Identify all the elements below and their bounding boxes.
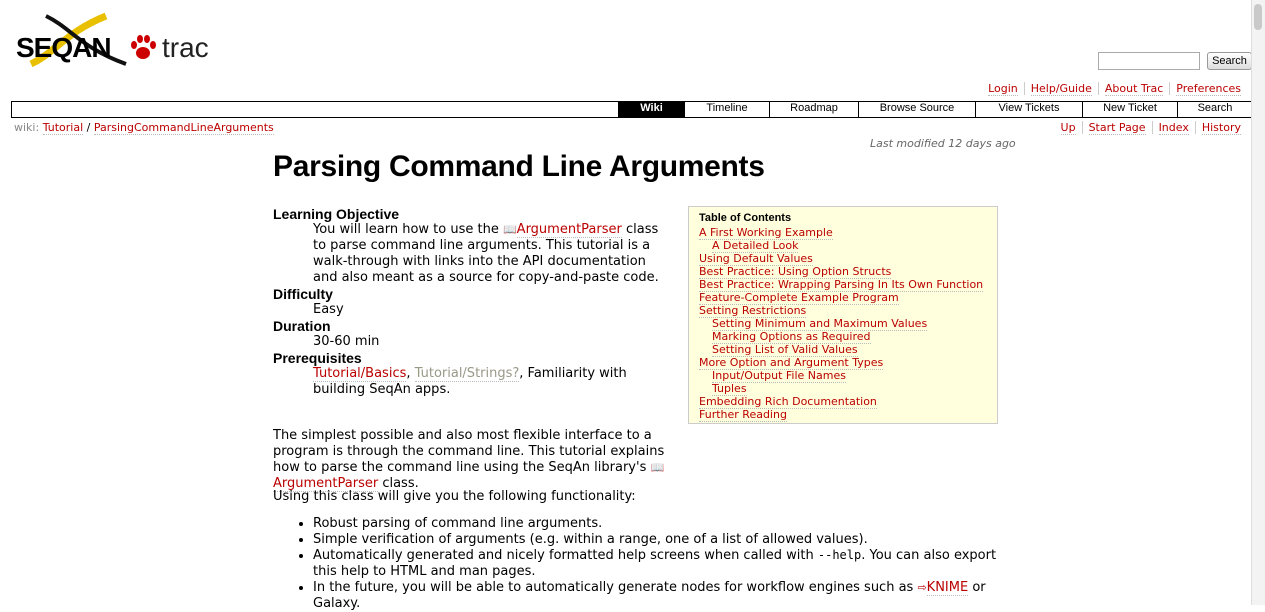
toc-item: A Detailed Look: [699, 239, 987, 253]
term-learning-objective: Learning Objective: [273, 206, 400, 222]
paw-icon: [131, 35, 156, 59]
toc-link[interactable]: Setting List of Valid Values: [712, 343, 858, 357]
toc-link[interactable]: Setting Minimum and Maximum Values: [712, 317, 928, 331]
tutorial-basics-link[interactable]: Tutorial/Basics: [313, 366, 407, 382]
toc-link[interactable]: Further Reading: [699, 408, 787, 422]
toc-link[interactable]: A Detailed Look: [712, 239, 799, 253]
breadcrumb-separator: /: [86, 121, 91, 134]
toc-link[interactable]: A First Working Example: [699, 226, 833, 240]
learning-objective-text: You will learn how to use the 📖ArgumentP…: [313, 222, 659, 285]
login-link[interactable]: Login: [988, 82, 1018, 96]
list-item: Simple verification of arguments (e.g. w…: [313, 532, 1013, 548]
toc-item: More Option and Argument Types: [699, 356, 987, 370]
list-item: In the future, you will be able to autom…: [313, 580, 1013, 612]
book-icon: 📖: [502, 223, 517, 236]
tutorial-strings-missing-link[interactable]: Tutorial/Strings?: [414, 366, 520, 382]
tab-browse-source[interactable]: Browse Source: [858, 102, 975, 117]
toc-item: Input/Output File Names: [699, 369, 987, 383]
toc-item: Further Reading: [699, 408, 987, 422]
search-button[interactable]: Search: [1207, 52, 1252, 70]
last-modified: Last modified 12 days ago: [870, 137, 1016, 150]
breadcrumb-tutorial[interactable]: Tutorial: [42, 121, 84, 135]
page-title: Parsing Command Line Arguments: [273, 150, 765, 183]
table-of-contents: Table of Contents A First Working Exampl…: [688, 206, 998, 424]
toc-item: Setting Minimum and Maximum Values: [699, 317, 987, 331]
logo-seqan-text: SEQAN: [16, 32, 112, 63]
toc-link[interactable]: Using Default Values: [699, 252, 813, 266]
history-link[interactable]: History: [1201, 121, 1241, 135]
breadcrumb: wiki: Tutorial / ParsingCommandLineArgum…: [14, 121, 274, 135]
duration-value: 30-60 min: [313, 334, 380, 349]
toc-link[interactable]: Tuples: [712, 382, 747, 396]
external-link-icon: ⇨: [917, 581, 927, 594]
logo-trac-text: trac: [162, 32, 209, 63]
tab-search[interactable]: Search: [1177, 102, 1252, 117]
term-prerequisites: Prerequisites: [273, 350, 362, 366]
toc-link[interactable]: More Option and Argument Types: [699, 356, 884, 370]
toc-link[interactable]: Setting Restrictions: [699, 304, 807, 318]
seqan-trac-logo[interactable]: SEQAN trac: [16, 12, 230, 70]
tab-new-ticket[interactable]: New Ticket: [1082, 102, 1177, 117]
toc-item: Best Practice: Wrapping Parsing In Its O…: [699, 278, 987, 292]
tab-timeline[interactable]: Timeline: [684, 102, 769, 117]
tab-view-tickets[interactable]: View Tickets: [975, 102, 1082, 117]
search-input[interactable]: [1098, 52, 1200, 70]
scrollbar-thumb[interactable]: [1254, 4, 1262, 30]
tab-roadmap[interactable]: Roadmap: [769, 102, 858, 117]
toc-link[interactable]: Best Practice: Wrapping Parsing In Its O…: [699, 278, 984, 292]
tutorial-info-list: Learning Objective You will learn how to…: [273, 206, 673, 398]
vertical-scrollbar[interactable]: [1251, 0, 1265, 605]
index-link[interactable]: Index: [1158, 121, 1189, 135]
knime-link[interactable]: KNIME: [926, 580, 969, 596]
functionality-intro: Using this class will give you the follo…: [273, 489, 636, 504]
up-link[interactable]: Up: [1060, 121, 1076, 135]
tab-wiki[interactable]: Wiki: [618, 102, 684, 117]
help-flag-code: --help: [817, 548, 862, 562]
book-icon: 📖: [650, 461, 665, 474]
toc-item: Marking Options as Required: [699, 330, 987, 344]
functionality-list: Robust parsing of command line arguments…: [273, 516, 1013, 612]
toc-item: Best Practice: Using Option Structs: [699, 265, 987, 279]
toc-item: Embedding Rich Documentation: [699, 395, 987, 409]
toc-item: A First Working Example: [699, 226, 987, 240]
toc-link[interactable]: Feature-Complete Example Program: [699, 291, 899, 305]
help-guide-link[interactable]: Help/Guide: [1030, 82, 1092, 96]
toc-link[interactable]: Marking Options as Required: [712, 330, 871, 344]
start-page-link[interactable]: Start Page: [1088, 121, 1146, 135]
difficulty-value: Easy: [313, 302, 344, 317]
context-navigation: Up Start Page Index History: [1055, 121, 1247, 135]
term-duration: Duration: [273, 318, 331, 334]
about-trac-link[interactable]: About Trac: [1104, 82, 1164, 96]
main-navigation: Wiki Timeline Roadmap Browse Source View…: [11, 101, 1253, 118]
list-item: Robust parsing of command line arguments…: [313, 516, 1013, 532]
preferences-link[interactable]: Preferences: [1176, 82, 1241, 96]
breadcrumb-prefix: wiki:: [14, 121, 40, 134]
toc-item: Tuples: [699, 382, 987, 396]
meta-navigation: Login Help/Guide About Trac Preferences: [982, 82, 1247, 96]
toc-link[interactable]: Input/Output File Names: [712, 369, 846, 383]
toc-item: Using Default Values: [699, 252, 987, 266]
intro-paragraph: The simplest possible and also most flex…: [273, 428, 665, 492]
term-difficulty: Difficulty: [273, 286, 333, 302]
toc-item: Setting Restrictions: [699, 304, 987, 318]
list-item: Automatically generated and nicely forma…: [313, 548, 1013, 580]
argumentparser-link[interactable]: ArgumentParser: [516, 222, 622, 238]
toc-title: Table of Contents: [699, 212, 792, 224]
prerequisites-text: Tutorial/Basics, Tutorial/Strings?, Fami…: [313, 366, 627, 397]
toc-link[interactable]: Embedding Rich Documentation: [699, 395, 877, 409]
toc-item: Feature-Complete Example Program: [699, 291, 987, 305]
toc-link[interactable]: Best Practice: Using Option Structs: [699, 265, 892, 279]
toc-item: Setting List of Valid Values: [699, 343, 987, 357]
breadcrumb-current-page[interactable]: ParsingCommandLineArguments: [93, 121, 274, 135]
